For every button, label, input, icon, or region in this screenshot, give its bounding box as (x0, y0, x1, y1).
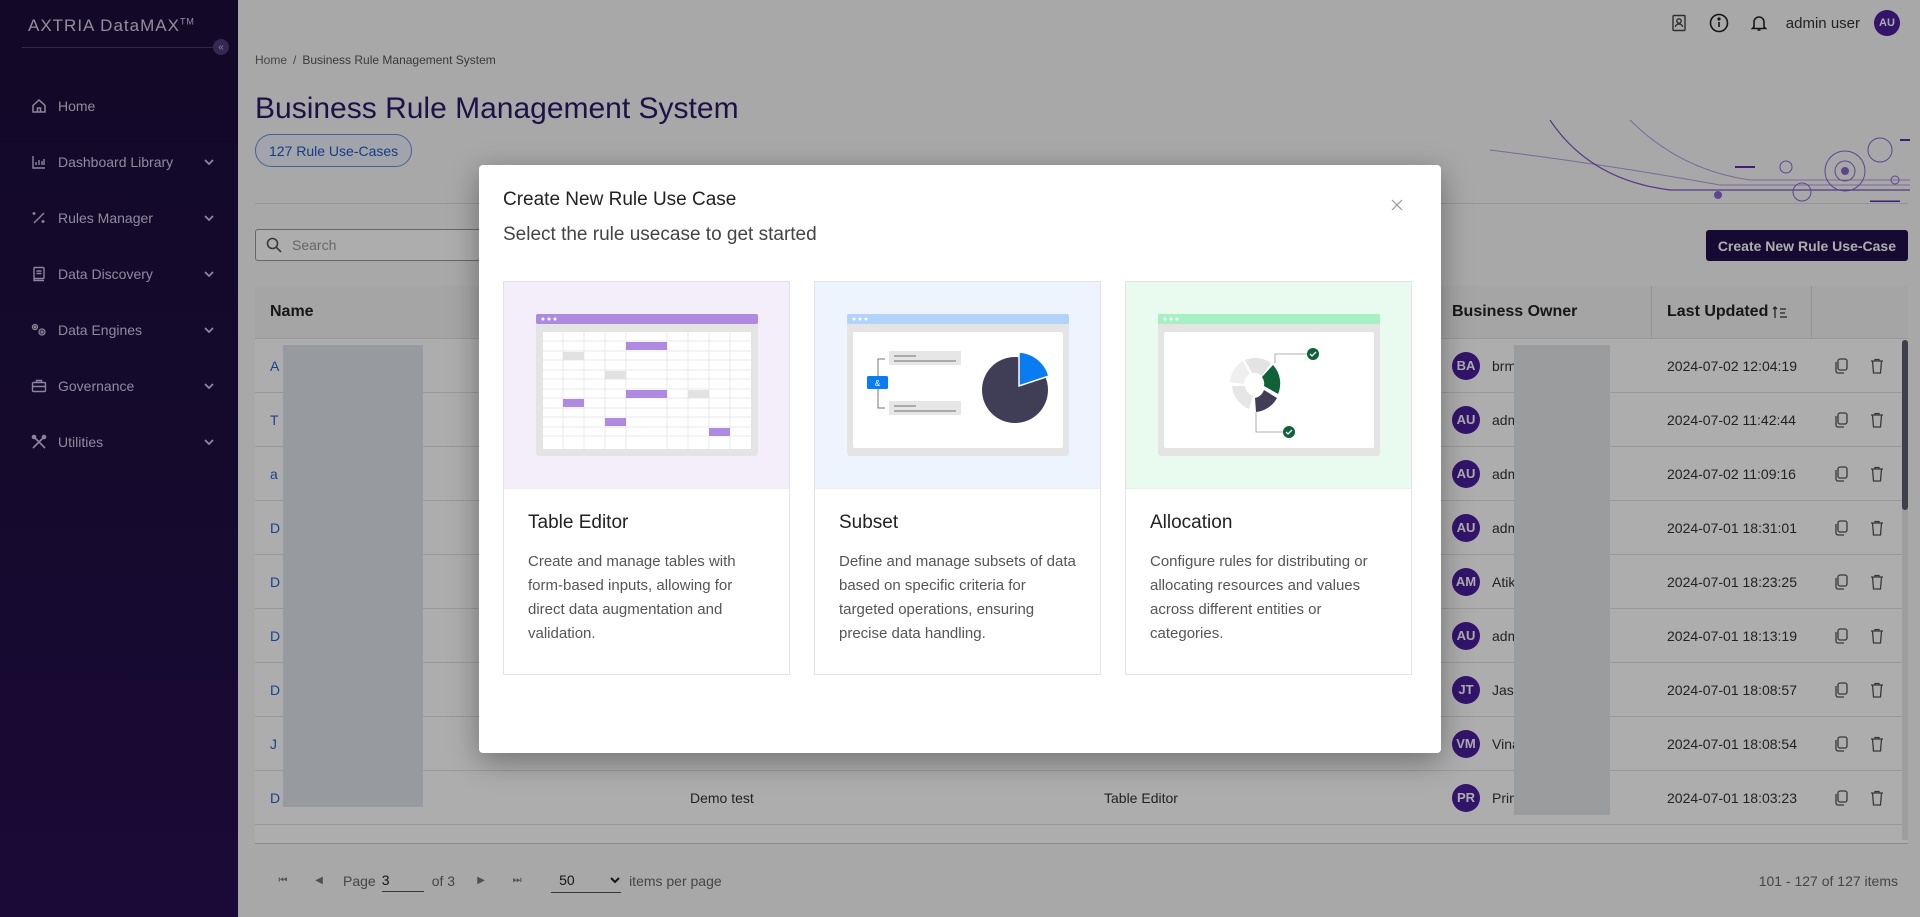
table-editor-illustration (504, 282, 789, 489)
allocation-chart-icon (1157, 314, 1380, 456)
card-title: Table Editor (528, 512, 629, 533)
subset-illustration: & (815, 282, 1100, 489)
close-icon[interactable] (1389, 197, 1405, 213)
card-description: Create and manage tables with form-based… (528, 553, 736, 642)
spreadsheet-icon (535, 314, 758, 456)
create-rule-use-case-modal: Create New Rule Use Case Select the rule… (479, 165, 1441, 753)
modal-title: Create New Rule Use Case (503, 189, 737, 210)
subset-chart-icon: & (846, 314, 1069, 456)
use-case-card-subset[interactable]: & Subset Define and manage subsets of da… (814, 281, 1101, 675)
use-case-card-table-editor[interactable]: Table Editor Create and manage tables wi… (503, 281, 790, 675)
allocation-illustration (1126, 282, 1411, 489)
use-case-cards: Table Editor Create and manage tables wi… (503, 281, 1412, 675)
card-title: Allocation (1150, 512, 1233, 533)
use-case-card-allocation[interactable]: Allocation Configure rules for distribut… (1125, 281, 1412, 675)
modal-subtitle: Select the rule usecase to get started (503, 224, 817, 245)
card-description: Configure rules for distributing or allo… (1150, 553, 1368, 642)
and-operator-badge: & (874, 379, 880, 388)
card-description: Define and manage subsets of data based … (839, 553, 1076, 642)
card-title: Subset (839, 512, 899, 533)
